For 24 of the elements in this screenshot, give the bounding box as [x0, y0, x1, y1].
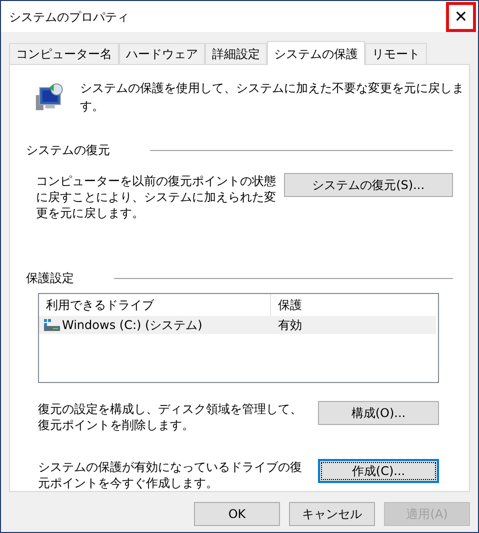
- close-button[interactable]: ✕: [446, 2, 476, 32]
- protection-status: 有効: [277, 317, 302, 334]
- drive-row[interactable]: Windows (C:) (システム) 有効: [39, 316, 436, 334]
- tab[interactable]: システムの保護: [267, 41, 365, 65]
- dialog-button[interactable]: 作成(C)...: [318, 459, 439, 483]
- drive-name: Windows (C:) (システム): [61, 317, 204, 334]
- action-description: システムの保護が有効になっているドライブの復元ポイントを今すぐ作成します。: [38, 459, 303, 491]
- action-description: 復元の設定を構成し、ディスク領域を管理して、復元ポイントを削除します。: [38, 401, 303, 433]
- dialog-button[interactable]: システムの復元(S)...: [284, 173, 453, 197]
- dialog-button[interactable]: 構成(O)...: [318, 401, 439, 425]
- tab[interactable]: ハードウェア: [119, 43, 205, 64]
- computer-restore-icon: [34, 81, 64, 113]
- section-heading: システムの復元: [26, 142, 110, 159]
- tab[interactable]: 詳細設定: [205, 43, 267, 64]
- restore-description: コンピューターを以前の復元ポイントの状態に戻すことにより、システムに加えられた変更を元に戻します。: [36, 173, 277, 221]
- dialog-button[interactable]: キャンセル: [289, 502, 375, 526]
- column-header[interactable]: 保護: [271, 296, 302, 314]
- tab[interactable]: コンピューター名: [9, 43, 119, 64]
- dialog-button[interactable]: OK: [194, 502, 280, 526]
- window-title: システムのプロパティ: [8, 8, 129, 26]
- intro-text: システムの保護を使用して、システムに加えた不要な変更を元に戻します。: [80, 80, 465, 115]
- drive-icon: [44, 319, 60, 331]
- tab[interactable]: リモート: [365, 43, 427, 64]
- section-heading: 保護設定: [26, 270, 74, 287]
